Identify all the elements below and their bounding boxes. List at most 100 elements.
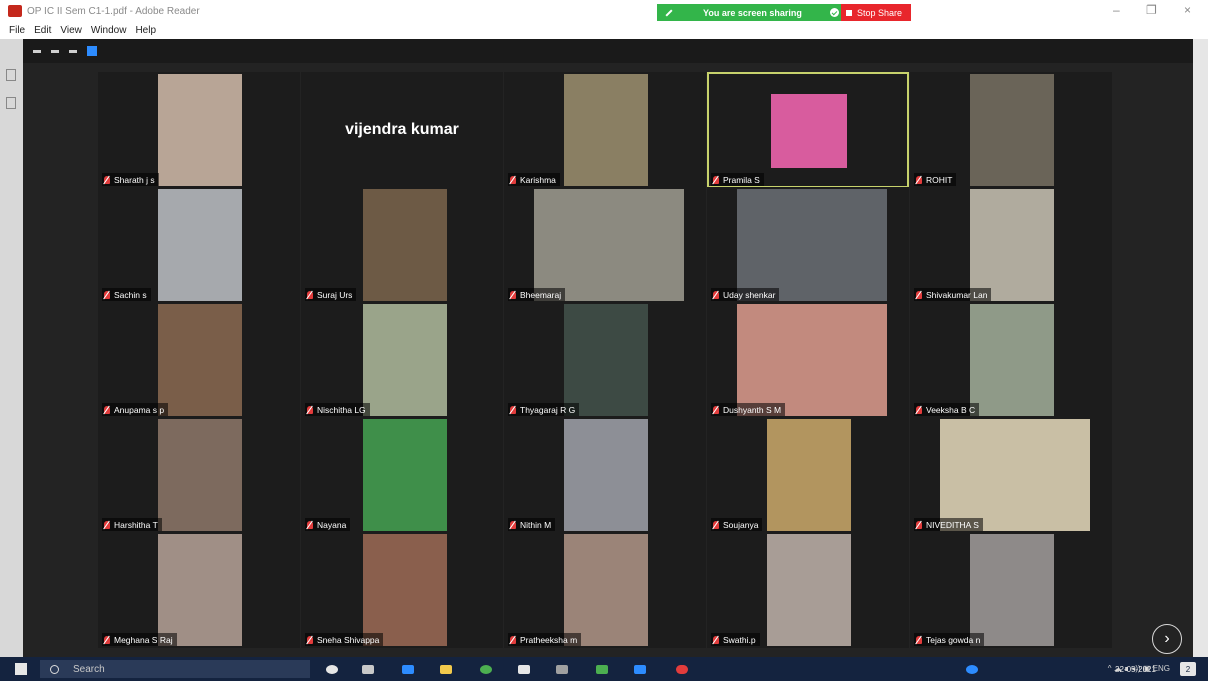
zoom-icon[interactable] [634, 665, 646, 674]
mic-muted-icon [510, 175, 516, 184]
chrome-icon[interactable] [480, 665, 492, 674]
participant-name: Pramila S [723, 174, 760, 185]
file-explorer-icon[interactable] [440, 665, 452, 674]
participant-name: Bheemaraj [520, 289, 562, 300]
participant-tile[interactable]: Nayana [301, 417, 503, 533]
menu-file[interactable]: File [9, 25, 25, 36]
participant-tile[interactable]: Tejas gowda n [910, 532, 1112, 648]
participant-tile[interactable]: Harshitha T [98, 417, 300, 533]
participant-name: Nischitha LG [317, 404, 366, 415]
store-icon[interactable] [596, 665, 608, 674]
participant-video [564, 419, 648, 531]
minimize-view-icon[interactable] [33, 49, 41, 53]
participant-nametag: Shivakumar Lan [914, 288, 992, 301]
participant-tile[interactable]: Swathi.p [707, 532, 909, 648]
participant-tile[interactable]: Anupama s p [98, 302, 300, 418]
mic-muted-icon [916, 290, 922, 299]
end-call-icon[interactable] [676, 665, 688, 674]
next-page-button[interactable]: › [1152, 624, 1182, 654]
keyboard-icon[interactable] [556, 665, 568, 674]
participant-video [970, 189, 1054, 301]
share-message: You are screen sharing [703, 7, 802, 18]
participant-tile[interactable]: Shivakumar Lan [910, 187, 1112, 303]
speaker-view-icon[interactable] [69, 49, 77, 53]
mic-muted-icon [916, 405, 922, 414]
participant-tile[interactable]: Karishma [504, 72, 706, 188]
participant-tile[interactable]: Bheemaraj [504, 187, 706, 303]
participant-gallery: Sharath j s vijendra kumar Karishma Pramila… [98, 72, 1112, 650]
participant-tile[interactable]: ROHIT [910, 72, 1112, 188]
participant-video [158, 304, 242, 416]
participant-video [940, 419, 1090, 531]
reader-left-panel [0, 39, 23, 657]
participant-tile[interactable]: Pratheeksha m [504, 532, 706, 648]
windows-start-icon[interactable] [15, 663, 27, 675]
help-icon[interactable] [966, 665, 978, 674]
stop-share-button[interactable]: Stop Share [841, 4, 911, 21]
mic-muted-icon [713, 290, 719, 299]
close-button[interactable]: × [1184, 3, 1191, 17]
taskbar-date: 22-05-2021 [1115, 665, 1156, 674]
participant-name: Nithin M [520, 519, 552, 530]
annotate-icon[interactable] [665, 8, 673, 17]
participant-tile[interactable]: Thyagaraj R G [504, 302, 706, 418]
mic-muted-icon [510, 635, 516, 644]
participant-tile[interactable]: Nischitha LG [301, 302, 503, 418]
notification-center[interactable]: 2 [1180, 662, 1196, 676]
stop-icon [846, 9, 852, 16]
participant-tile[interactable]: Nithin M [504, 417, 706, 533]
mic-muted-icon [916, 635, 922, 644]
view-toolbar [23, 39, 1193, 63]
participant-nametag: Pramila S [711, 173, 764, 186]
menu-view[interactable]: View [60, 25, 82, 36]
participant-tile[interactable]: Sachin s [98, 187, 300, 303]
participant-nametag: Suraj Urs [305, 288, 357, 301]
participant-tile[interactable]: Pramila S [707, 72, 909, 188]
participant-tile[interactable]: Uday shenkar [707, 187, 909, 303]
participant-video [767, 534, 851, 646]
participant-nametag: Pratheeksha m [508, 633, 582, 646]
participant-name: Nayana [317, 519, 347, 530]
participant-name: Shivakumar Lan [926, 289, 988, 300]
participant-video [970, 534, 1054, 646]
gallery-view-icon[interactable] [87, 46, 97, 56]
participant-nametag: Soujanya [711, 518, 763, 531]
maximize-button[interactable]: ❐ [1146, 3, 1157, 17]
participant-tile[interactable]: Soujanya [707, 417, 909, 533]
menu-help[interactable]: Help [135, 25, 156, 36]
participant-name: Dushyanth S M [723, 404, 782, 415]
participant-nametag: Tejas gowda n [914, 633, 985, 646]
attachments-icon[interactable] [6, 97, 16, 109]
cortana-icon[interactable] [326, 665, 338, 674]
participant-video [363, 534, 447, 646]
menu-window[interactable]: Window [91, 25, 127, 36]
participant-nametag: Thyagaraj R G [508, 403, 580, 416]
participant-tile[interactable]: Sharath j s [98, 72, 300, 188]
participant-name: Veeksha B C [926, 404, 976, 415]
calculator-icon[interactable] [518, 665, 530, 674]
participant-name: Uday shenkar [723, 289, 776, 300]
participant-tile[interactable]: Sneha Shivappa [301, 532, 503, 648]
participant-nametag: Swathi.p [711, 633, 760, 646]
taskbar-search[interactable]: Search [40, 660, 310, 678]
menu-edit[interactable]: Edit [34, 25, 51, 36]
participant-tile[interactable]: NIVEDITHA S [910, 417, 1112, 533]
mic-muted-icon [307, 520, 313, 529]
task-view-icon[interactable] [362, 665, 374, 674]
participant-tile[interactable]: Veeksha B C [910, 302, 1112, 418]
participant-name: Harshitha T [114, 519, 158, 530]
participant-video [970, 304, 1054, 416]
mic-muted-icon [510, 290, 516, 299]
thumbnail-view-icon[interactable] [51, 49, 59, 53]
participant-tile[interactable]: vijendra kumar [301, 72, 503, 188]
mic-muted-icon [307, 405, 313, 414]
edge-icon[interactable] [402, 665, 414, 674]
participant-tile[interactable]: Meghana S Raj [98, 532, 300, 648]
participant-name: Pratheeksha m [520, 634, 578, 645]
minimize-button[interactable]: – [1113, 3, 1120, 17]
participant-tile[interactable]: Dushyanth S M [707, 302, 909, 418]
participant-tile[interactable]: Suraj Urs [301, 187, 503, 303]
mic-muted-icon [307, 635, 313, 644]
pages-icon[interactable] [6, 69, 16, 81]
mic-muted-icon [104, 290, 110, 299]
